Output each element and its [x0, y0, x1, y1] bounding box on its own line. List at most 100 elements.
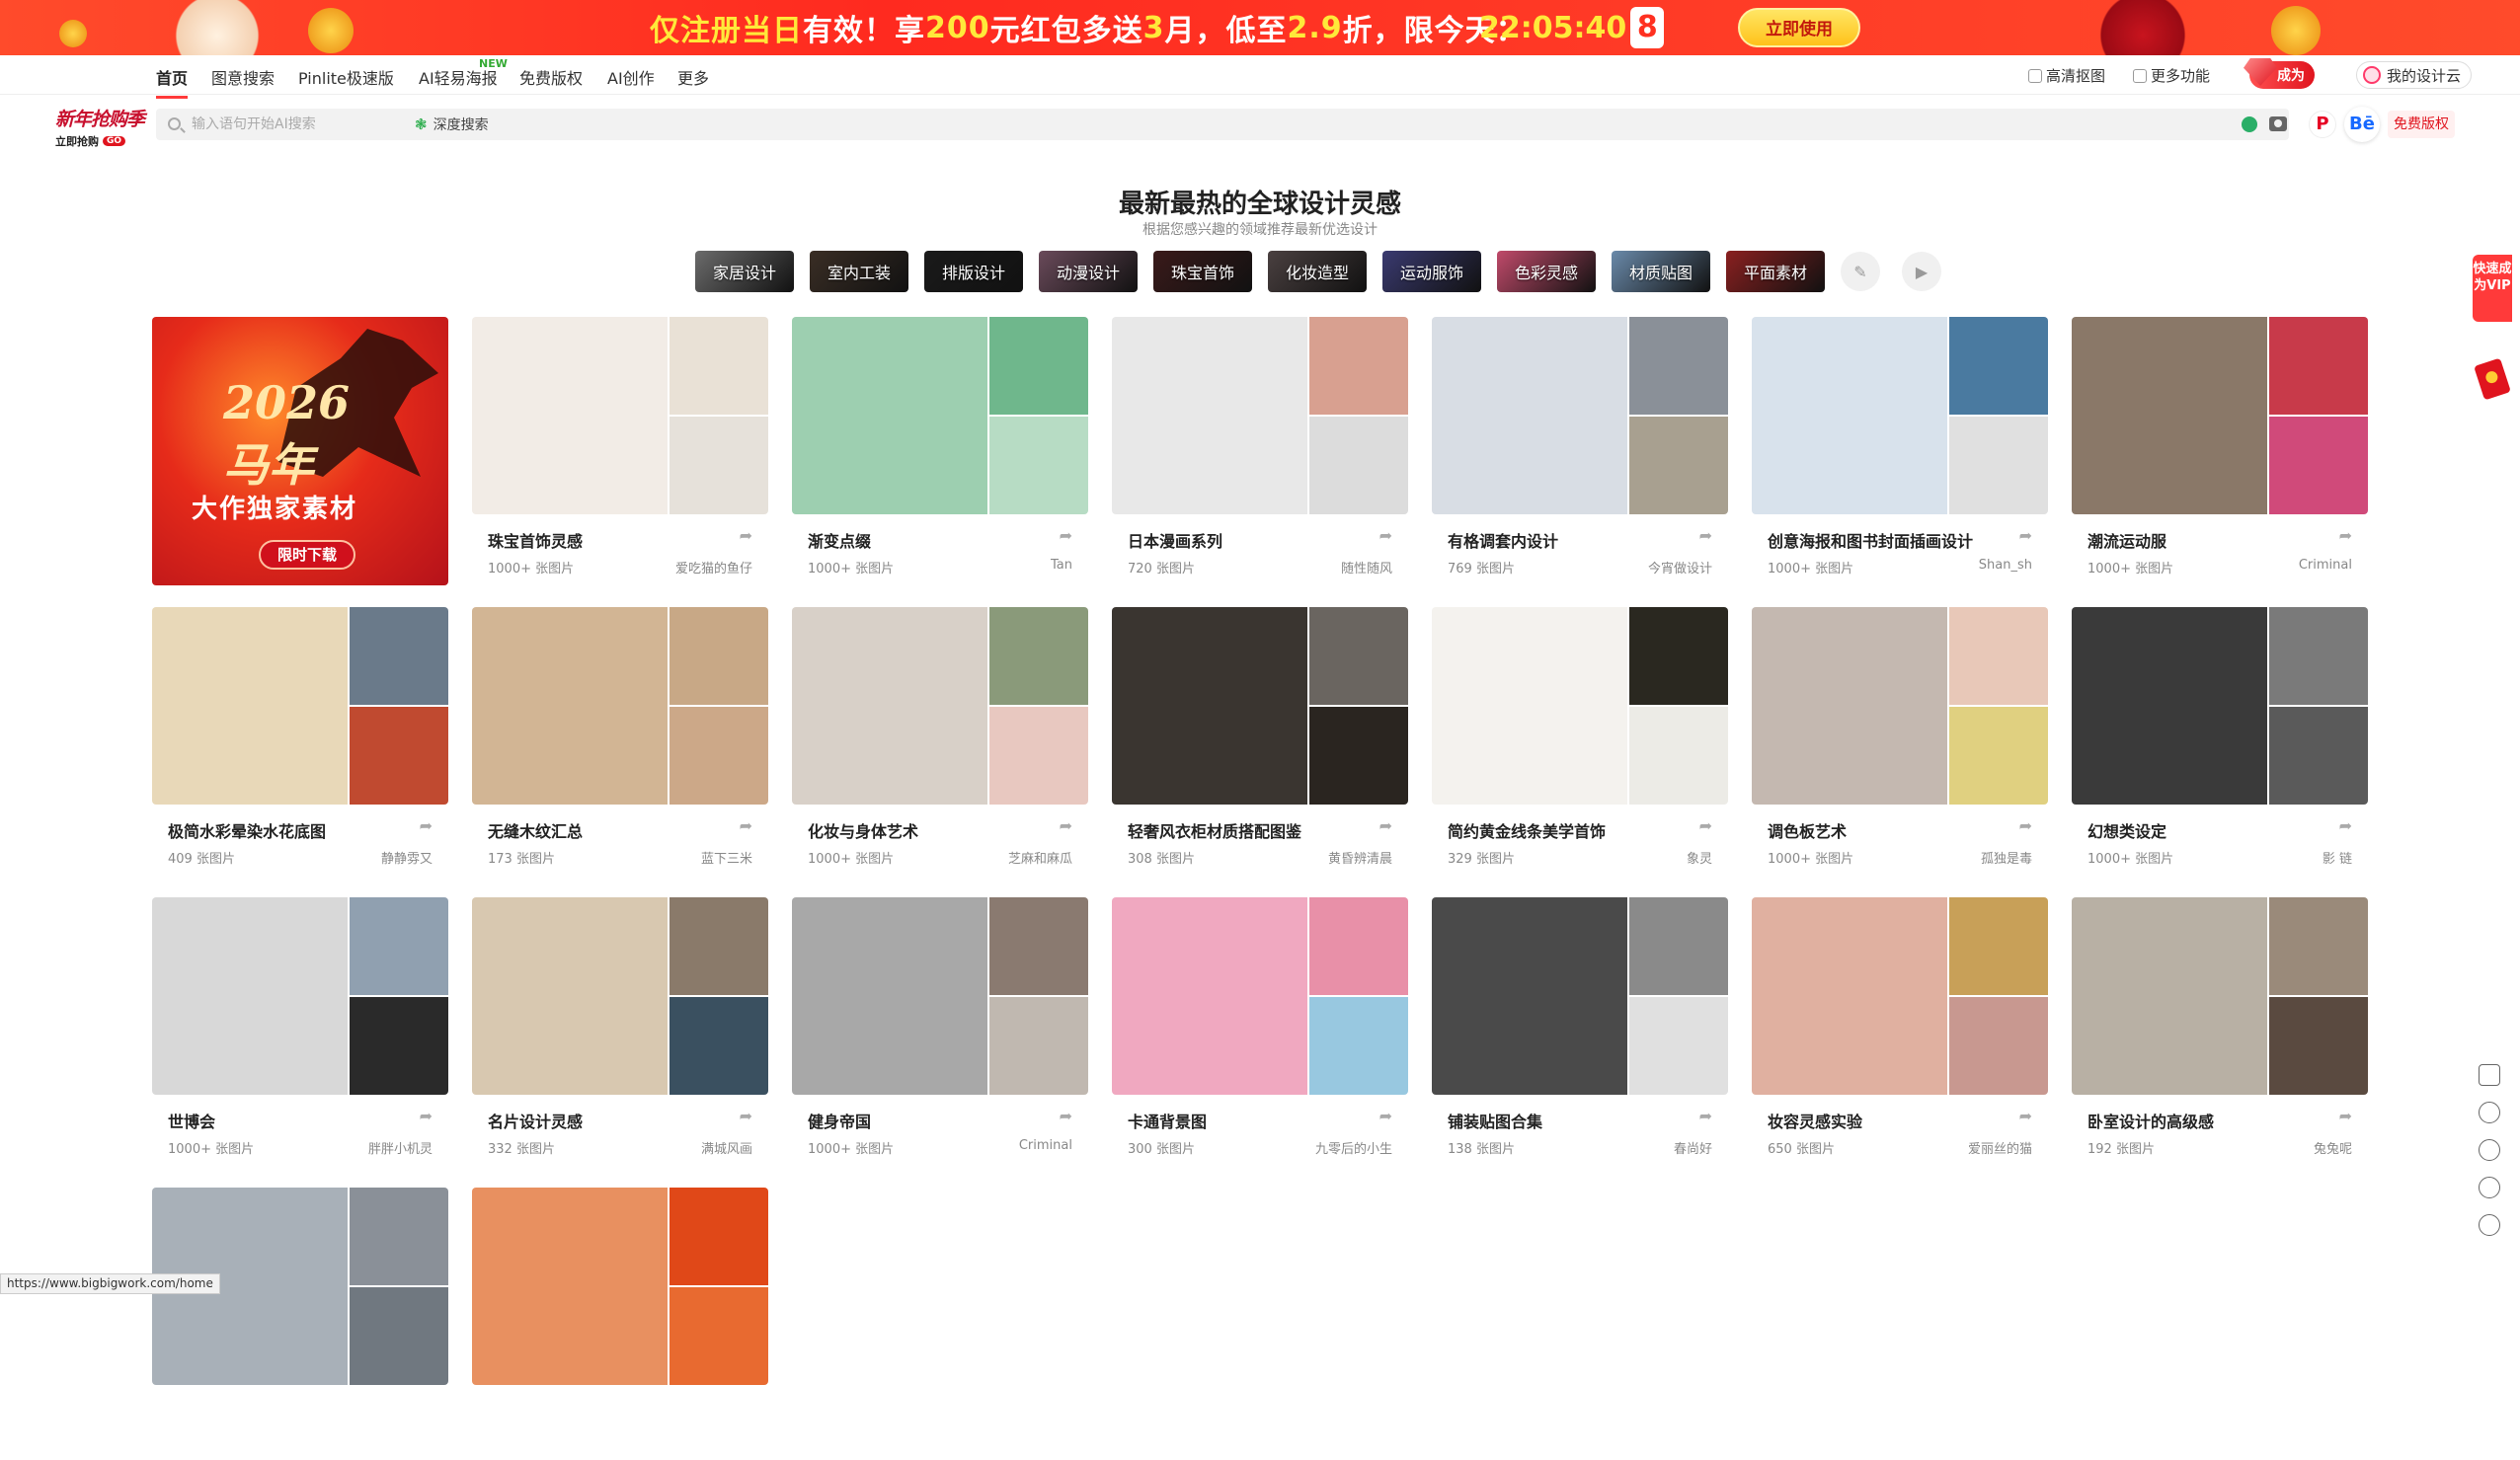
card-title[interactable]: 幻想类设定: [2087, 818, 2166, 842]
camera-icon[interactable]: [2269, 116, 2287, 131]
nav-image-search[interactable]: 图意搜索: [211, 65, 275, 89]
board-card[interactable]: 珠宝首饰灵感 ➦ 1000+ 张图片 爱吃猫的鱼仔: [472, 317, 768, 589]
help-icon[interactable]: [2479, 1214, 2500, 1236]
card-image-collage[interactable]: [472, 1188, 768, 1385]
board-card[interactable]: 日本漫画系列 ➦ 720 张图片 随性随风: [1112, 317, 1408, 589]
card-title[interactable]: 无缝木纹汇总: [488, 818, 583, 842]
board-card[interactable]: 潮流运动服 ➦ 1000+ 张图片 Criminal: [2072, 317, 2368, 589]
promo-use-now-button[interactable]: 立即使用: [1738, 8, 1860, 47]
free-copyright-button[interactable]: 免费版权: [2388, 111, 2455, 138]
card-title[interactable]: 名片设计灵感: [488, 1109, 583, 1132]
card-title[interactable]: 卧室设计的高级感: [2087, 1109, 2214, 1132]
compare-icon[interactable]: [2479, 1064, 2500, 1086]
card-image-collage[interactable]: [472, 317, 768, 514]
card-title[interactable]: 渐变点缀: [808, 528, 871, 552]
share-icon[interactable]: ➦: [2019, 1107, 2032, 1125]
card-author[interactable]: 蓝下三米: [701, 848, 752, 867]
board-card[interactable]: 卧室设计的高级感 ➦ 192 张图片 兔兔呢: [2072, 897, 2368, 1170]
card-author[interactable]: 胖胖小机灵: [368, 1138, 433, 1157]
board-card[interactable]: 调色板艺术 ➦ 1000+ 张图片 孤独是毒: [1752, 607, 2048, 880]
share-icon[interactable]: ➦: [1060, 526, 1072, 545]
share-icon[interactable]: ➦: [2019, 816, 2032, 835]
card-title[interactable]: 潮流运动服: [2087, 528, 2166, 552]
board-card[interactable]: 简约黄金线条美学首饰 ➦ 329 张图片 象灵: [1432, 607, 1728, 880]
card-author[interactable]: 兔兔呢: [2314, 1138, 2352, 1157]
board-card[interactable]: 渐变点缀 ➦ 1000+ 张图片 Tan: [792, 317, 1088, 589]
card-image-collage[interactable]: [152, 607, 448, 805]
category-chip[interactable]: 平面素材: [1726, 251, 1825, 292]
card-author[interactable]: 随性随风: [1341, 558, 1392, 576]
quick-vip-button[interactable]: 快速成为VIP: [2473, 255, 2512, 322]
card-image-collage[interactable]: [472, 607, 768, 805]
share-icon[interactable]: ➦: [1060, 1107, 1072, 1125]
cutout-link[interactable]: 高清抠图: [2028, 65, 2105, 86]
board-card[interactable]: 轻奢风衣柜材质搭配图鉴 ➦ 308 张图片 黄昏辨清晨: [1112, 607, 1408, 880]
promo-ad-tile[interactable]: 2026 马年 大作独家素材 限时下载: [152, 317, 448, 585]
share-icon[interactable]: ➦: [1699, 816, 1712, 835]
board-card[interactable]: 妆容灵感实验 ➦ 650 张图片 爱丽丝的猫: [1752, 897, 2048, 1170]
share-icon[interactable]: ➦: [2339, 1107, 2352, 1125]
compass-icon[interactable]: [2479, 1177, 2500, 1198]
card-author[interactable]: 静静雰又: [381, 848, 433, 867]
card-title[interactable]: 创意海报和图书封面插画设计: [1768, 528, 1973, 552]
category-chip[interactable]: 材质贴图: [1612, 251, 1710, 292]
board-card[interactable]: 极简水彩晕染水花底图 ➦ 409 张图片 静静雰又: [152, 607, 448, 880]
play-icon[interactable]: ▶: [1902, 252, 1941, 291]
card-image-collage[interactable]: [1112, 607, 1408, 805]
share-icon[interactable]: ➦: [1699, 526, 1712, 545]
card-image-collage[interactable]: [1432, 897, 1728, 1095]
edit-icon[interactable]: ✎: [1841, 252, 1880, 291]
board-card[interactable]: 铺装贴图合集 ➦ 138 张图片 春尚好: [1432, 897, 1728, 1170]
card-image-collage[interactable]: [2072, 317, 2368, 514]
wechat-icon[interactable]: [2242, 116, 2257, 132]
card-author[interactable]: Tan: [1051, 558, 1072, 573]
my-design-cloud-button[interactable]: 我的设计云: [2356, 61, 2473, 89]
card-image-collage[interactable]: [472, 897, 768, 1095]
board-card[interactable]: 幻想类设定 ➦ 1000+ 张图片 影 链: [2072, 607, 2368, 880]
nav-pinlite[interactable]: Pinlite极速版: [298, 65, 394, 89]
category-chip[interactable]: 排版设计: [924, 251, 1023, 292]
card-image-collage[interactable]: [1432, 317, 1728, 514]
card-author[interactable]: 爱丽丝的猫: [1968, 1138, 2032, 1157]
category-chip[interactable]: 动漫设计: [1039, 251, 1138, 292]
share-icon[interactable]: ➦: [1699, 1107, 1712, 1125]
card-author[interactable]: Shan_sh: [1979, 558, 2032, 573]
share-icon[interactable]: ➦: [2339, 526, 2352, 545]
share-icon[interactable]: ➦: [2339, 816, 2352, 835]
card-image-collage[interactable]: [1112, 317, 1408, 514]
card-author[interactable]: 黄昏辨清晨: [1328, 848, 1392, 867]
card-author[interactable]: 芝麻和麻瓜: [1008, 848, 1072, 867]
card-title[interactable]: 铺装贴图合集: [1448, 1109, 1542, 1132]
nav-ai-create[interactable]: AI创作: [607, 65, 655, 89]
card-image-collage[interactable]: [152, 897, 448, 1095]
board-card[interactable]: 无缝木纹汇总 ➦ 173 张图片 蓝下三米: [472, 607, 768, 880]
card-image-collage[interactable]: [1432, 607, 1728, 805]
card-author[interactable]: 孤独是毒: [1981, 848, 2032, 867]
card-author[interactable]: 今宵做设计: [1648, 558, 1712, 576]
share-icon[interactable]: ➦: [1379, 816, 1392, 835]
card-image-collage[interactable]: [792, 317, 1088, 514]
headset-icon[interactable]: [2479, 1139, 2500, 1161]
board-card[interactable]: 卡通背景图 ➦ 300 张图片 九零后的小生: [1112, 897, 1408, 1170]
card-author[interactable]: Criminal: [2299, 558, 2352, 573]
card-author[interactable]: 满城风画: [701, 1138, 752, 1157]
share-icon[interactable]: ➦: [1379, 526, 1392, 545]
card-title[interactable]: 珠宝首饰灵感: [488, 528, 583, 552]
card-image-collage[interactable]: [1112, 897, 1408, 1095]
promo-banner[interactable]: 仅注册当日 有效！享 200 元红包多送 3 月，低至 2.9 折，限今天： 22:05:40…: [0, 0, 2520, 55]
board-card[interactable]: [152, 1188, 448, 1460]
share-icon[interactable]: ➦: [420, 1107, 433, 1125]
share-icon[interactable]: ➦: [1379, 1107, 1392, 1125]
category-chip[interactable]: 化妆造型: [1268, 251, 1367, 292]
card-author[interactable]: 爱吃猫的鱼仔: [675, 558, 752, 576]
category-chip[interactable]: 色彩灵感: [1497, 251, 1596, 292]
card-image-collage[interactable]: [1752, 897, 2048, 1095]
board-card[interactable]: 健身帝国 ➦ 1000+ 张图片 Criminal: [792, 897, 1088, 1170]
card-image-collage[interactable]: [2072, 607, 2368, 805]
share-icon[interactable]: ➦: [740, 526, 752, 545]
card-author[interactable]: 影 链: [2323, 848, 2352, 867]
category-chip[interactable]: 家居设计: [695, 251, 794, 292]
card-title[interactable]: 妆容灵感实验: [1768, 1109, 1862, 1132]
board-card[interactable]: [472, 1188, 768, 1460]
ad-download-button[interactable]: 限时下载: [259, 540, 355, 570]
